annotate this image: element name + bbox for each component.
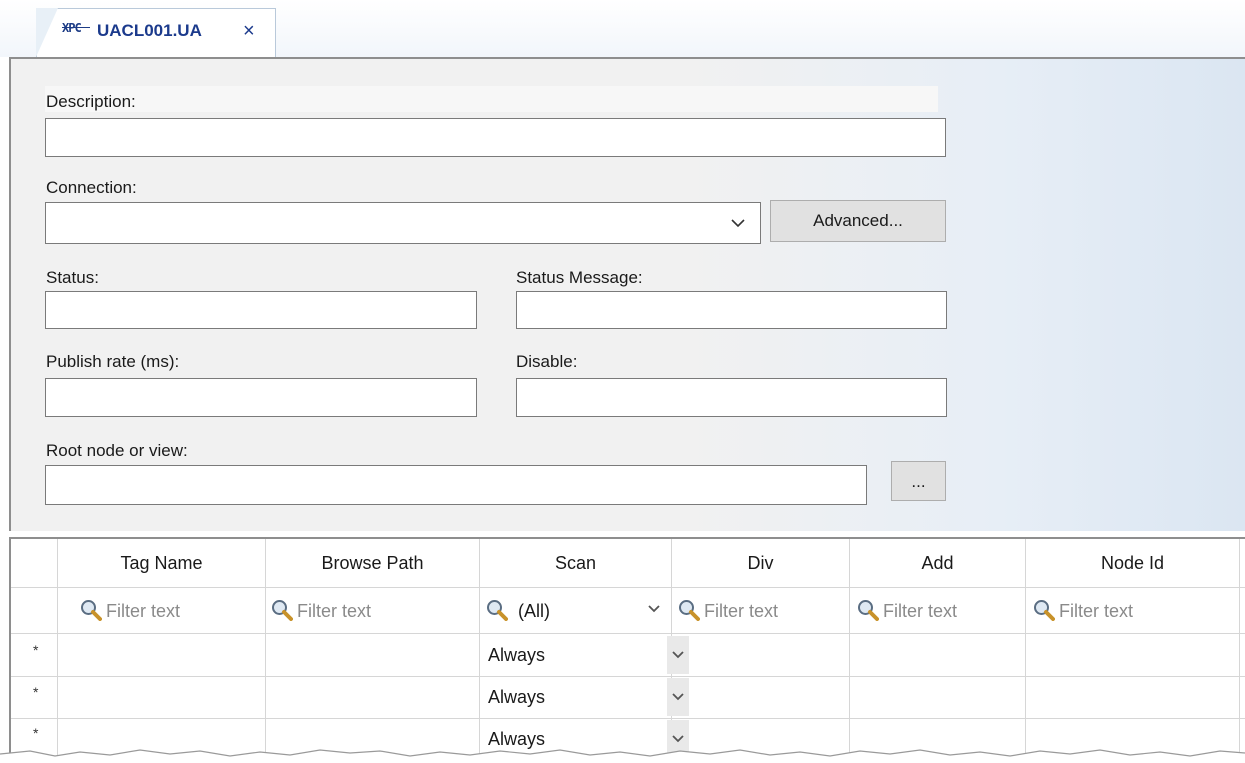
filter-placeholder: Filter text	[883, 601, 958, 621]
scan-dropdown[interactable]	[667, 636, 689, 674]
filter-placeholder: Filter text	[1059, 601, 1134, 621]
column-header-add[interactable]: Add	[850, 539, 1026, 587]
root-node-field[interactable]	[45, 465, 867, 505]
magnifier-icon	[81, 600, 102, 622]
magnifier-icon	[679, 600, 700, 622]
close-icon[interactable]: ×	[243, 19, 255, 43]
filter-div[interactable]: Filter text	[678, 591, 778, 631]
filter-browse-path[interactable]: Filter text	[271, 591, 371, 631]
row-divider	[11, 718, 1245, 719]
magnifier-icon	[1034, 600, 1055, 622]
column-header-scan[interactable]: Scan	[480, 539, 672, 587]
column-header-div[interactable]: Div	[672, 539, 850, 587]
browse-root-button[interactable]: ...	[891, 461, 946, 501]
magnifier-icon	[272, 600, 293, 622]
publish-rate-label: Publish rate (ms):	[46, 352, 180, 371]
status-field[interactable]	[45, 291, 477, 329]
filter-node-id[interactable]: Filter text	[1033, 591, 1133, 631]
row-divider	[11, 676, 1245, 677]
scan-filter-value: (All)	[518, 601, 550, 621]
column-header-browse-path[interactable]: Browse Path	[266, 539, 480, 587]
filter-placeholder: Filter text	[297, 601, 372, 621]
disable-field[interactable]	[516, 378, 947, 417]
column-divider	[1239, 587, 1240, 763]
description-label: Description:	[46, 92, 136, 111]
scan-dropdown[interactable]	[667, 678, 689, 716]
chevron-down-icon	[731, 219, 745, 228]
column-divider	[849, 587, 850, 763]
chevron-down-icon	[672, 651, 684, 659]
chevron-down-icon	[672, 693, 684, 701]
row-selector-divider	[57, 539, 58, 763]
scan-cell[interactable]: Always	[488, 645, 545, 666]
filter-placeholder: Filter text	[106, 601, 181, 621]
column-divider	[479, 587, 480, 763]
publish-rate-field[interactable]	[45, 378, 477, 417]
magnifier-icon	[858, 600, 879, 622]
column-header-tag-name[interactable]: Tag Name	[58, 539, 266, 587]
advanced-button[interactable]: Advanced...	[770, 200, 946, 242]
status-message-field[interactable]	[516, 291, 947, 329]
torn-edge	[0, 749, 1245, 763]
row-divider	[11, 633, 1245, 634]
xpc-logo-icon: XPC	[62, 20, 90, 36]
description-field[interactable]	[45, 118, 946, 157]
magnifier-icon	[487, 600, 508, 622]
filter-add[interactable]: Filter text	[857, 591, 957, 631]
description-label-band	[45, 86, 938, 112]
new-row-marker: *	[33, 642, 39, 658]
column-divider	[1025, 587, 1026, 763]
tab-fold	[36, 8, 58, 57]
new-row-marker: *	[33, 684, 39, 700]
column-header-node-id[interactable]: Node Id	[1026, 539, 1240, 587]
filter-scan[interactable]: (All)	[486, 591, 550, 631]
scan-cell[interactable]: Always	[488, 687, 545, 708]
status-message-label: Status Message:	[516, 268, 643, 287]
new-row-marker: *	[33, 725, 39, 741]
row-divider	[11, 587, 1245, 588]
column-divider	[265, 587, 266, 763]
root-node-label: Root node or view:	[46, 441, 188, 460]
filter-tag-name[interactable]: Filter text	[80, 591, 180, 631]
filter-placeholder: Filter text	[704, 601, 779, 621]
connection-dropdown[interactable]	[45, 202, 761, 244]
chevron-down-icon[interactable]	[647, 604, 661, 614]
tab-title[interactable]: UACL001.UA	[97, 21, 202, 41]
connection-label: Connection:	[46, 178, 137, 197]
status-label: Status:	[46, 268, 99, 287]
disable-label: Disable:	[516, 352, 578, 371]
